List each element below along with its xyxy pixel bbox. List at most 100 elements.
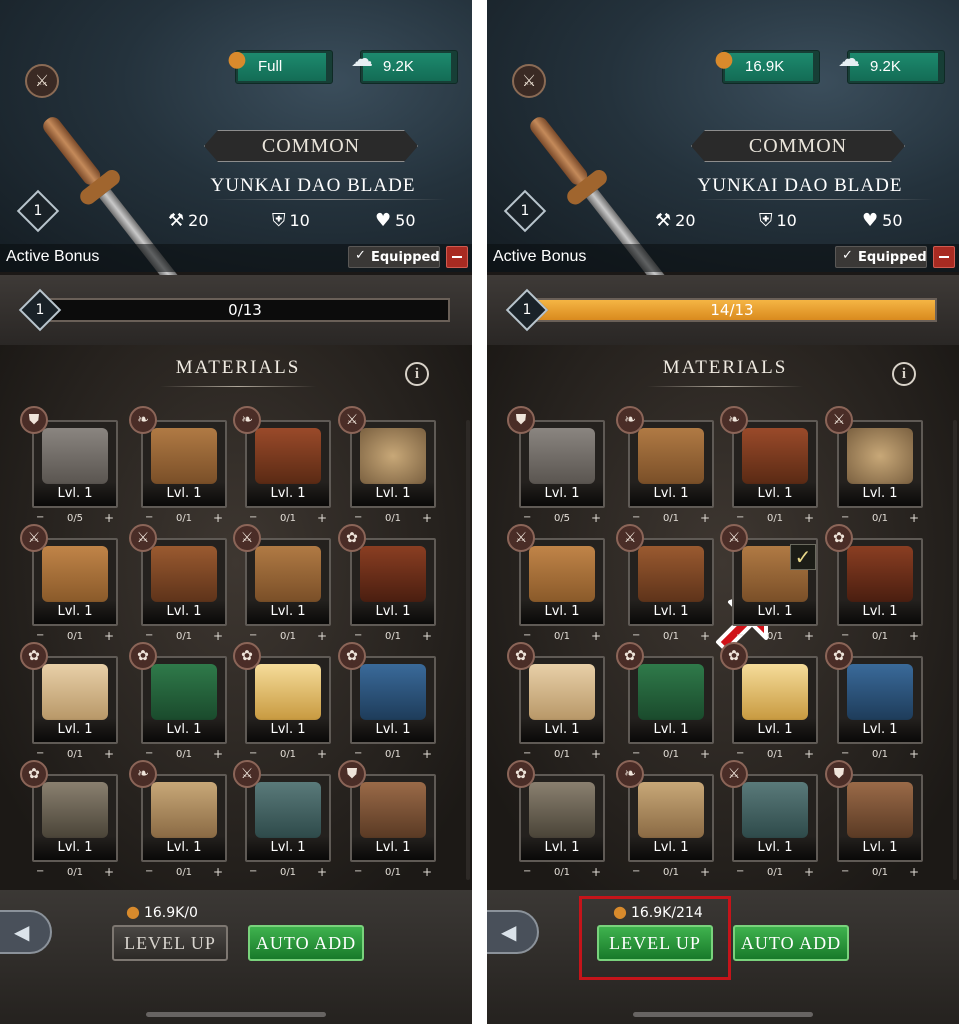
increment-button[interactable]: + [422,865,432,879]
unequip-button[interactable] [446,246,468,268]
increment-button[interactable]: + [104,629,114,643]
food-resource[interactable]: ☁ 9.2K [351,47,458,84]
increment-button[interactable]: + [700,629,710,643]
material-card[interactable]: Lvl. 1 [245,538,331,626]
material-card[interactable]: Lvl. 1 [837,656,923,744]
material-card[interactable]: Lvl. 1 [628,538,714,626]
material-card[interactable]: Lvl. 1 [141,538,227,626]
increment-button[interactable]: + [104,511,114,525]
divider [697,199,933,200]
material-card[interactable]: Lvl. 1 [628,420,714,508]
material-card[interactable]: Lvl. 1 [32,774,118,862]
material-card[interactable]: Lvl. 1 [32,538,118,626]
increment-button[interactable]: + [700,747,710,761]
flower-icon: ✿ [129,642,157,670]
material-card[interactable]: Lvl. 1 [350,538,436,626]
back-button[interactable]: ◀ [487,910,539,954]
material-card[interactable]: Lvl. 1 [837,420,923,508]
material-card[interactable]: Lvl. 1 [141,656,227,744]
increment-button[interactable]: + [804,747,814,761]
increment-button[interactable]: + [213,511,223,525]
back-button[interactable]: ◀ [0,910,52,954]
leaf-icon: ❧ [129,760,157,788]
material-image [151,664,217,720]
info-button[interactable]: i [405,362,429,386]
material-card[interactable]: Lvl. 1 [732,420,818,508]
material-level: Lvl. 1 [375,840,411,855]
flower-icon: ✿ [507,642,535,670]
equipped-toggle[interactable]: ✓ Equipped [835,246,927,268]
material-card[interactable]: Lvl. 1 [519,420,605,508]
increment-button[interactable]: + [591,511,601,525]
material-card[interactable]: Lvl. 1 [519,538,605,626]
increment-button[interactable]: + [104,747,114,761]
increment-button[interactable]: + [317,511,327,525]
scrollbar[interactable] [466,420,470,880]
divider [210,199,446,200]
material-card[interactable]: Lvl. 1 [732,656,818,744]
rarity-label: COMMON [748,135,848,157]
material-card[interactable]: Lvl. 1 [245,420,331,508]
material-card[interactable]: Lvl. 1 [519,774,605,862]
health-value: 50 [395,211,416,230]
increment-button[interactable]: + [213,747,223,761]
increment-button[interactable]: + [909,511,919,525]
material-card[interactable]: Lvl. 1 [350,656,436,744]
level-up-button[interactable]: LEVEL UP [112,925,228,961]
material-card[interactable]: Lvl. 1 [141,420,227,508]
active-bonus-label[interactable]: Active Bonus [493,248,586,266]
increment-button[interactable]: + [591,629,601,643]
food-resource[interactable]: ☁ 9.2K [838,47,945,84]
increment-button[interactable]: + [104,865,114,879]
rarity-label: COMMON [261,135,361,157]
material-image [255,782,321,838]
increment-button[interactable]: + [422,511,432,525]
material-card[interactable]: Lvl. 1 [32,656,118,744]
cost-value: 16.9K/0 [143,905,198,921]
material-card[interactable]: Lvl. 1 [350,774,436,862]
increment-button[interactable]: + [213,865,223,879]
increment-button[interactable]: + [213,629,223,643]
material-card[interactable]: Lvl. 1 [628,774,714,862]
material-card[interactable]: Lvl. 1 [628,656,714,744]
material-card[interactable]: Lvl. 1 [350,420,436,508]
material-card[interactable]: Lvl. 1 [32,420,118,508]
increment-button[interactable]: + [317,865,327,879]
increment-button[interactable]: + [591,747,601,761]
material-card[interactable]: Lvl. 1 [141,774,227,862]
auto-add-button[interactable]: AUTO ADD [733,925,849,961]
bread-resource[interactable]: ● 16.9K [714,47,820,84]
material-card[interactable]: Lvl. 1 [837,538,923,626]
heart-icon: ♥ [862,210,879,231]
material-card[interactable]: Lvl. 1 [732,774,818,862]
increment-button[interactable]: + [804,865,814,879]
material-card[interactable]: Lvl. 1 [519,656,605,744]
increment-button[interactable]: + [700,511,710,525]
material-level: Lvl. 1 [270,486,306,501]
bread-resource[interactable]: ● Full [227,47,333,84]
info-button[interactable]: i [892,362,916,386]
flower-icon: ✿ [20,760,48,788]
increment-button[interactable]: + [804,629,814,643]
material-card[interactable]: Lvl. 1 [837,774,923,862]
increment-button[interactable]: + [909,747,919,761]
active-bonus-label[interactable]: Active Bonus [6,248,99,266]
increment-button[interactable]: + [804,511,814,525]
increment-button[interactable]: + [909,629,919,643]
material-count-row: −0/1 + [350,629,436,644]
scrollbar[interactable] [953,420,957,880]
increment-button[interactable]: + [422,629,432,643]
material-card[interactable]: Lvl. 1 ✓ [732,538,818,626]
increment-button[interactable]: + [909,865,919,879]
material-card[interactable]: Lvl. 1 [245,656,331,744]
increment-button[interactable]: + [317,629,327,643]
increment-button[interactable]: + [591,865,601,879]
equipped-toggle[interactable]: ✓ Equipped [348,246,440,268]
increment-button[interactable]: + [700,865,710,879]
increment-button[interactable]: + [422,747,432,761]
auto-add-button[interactable]: AUTO ADD [248,925,364,961]
material-image [360,428,426,484]
increment-button[interactable]: + [317,747,327,761]
unequip-button[interactable] [933,246,955,268]
material-card[interactable]: Lvl. 1 [245,774,331,862]
